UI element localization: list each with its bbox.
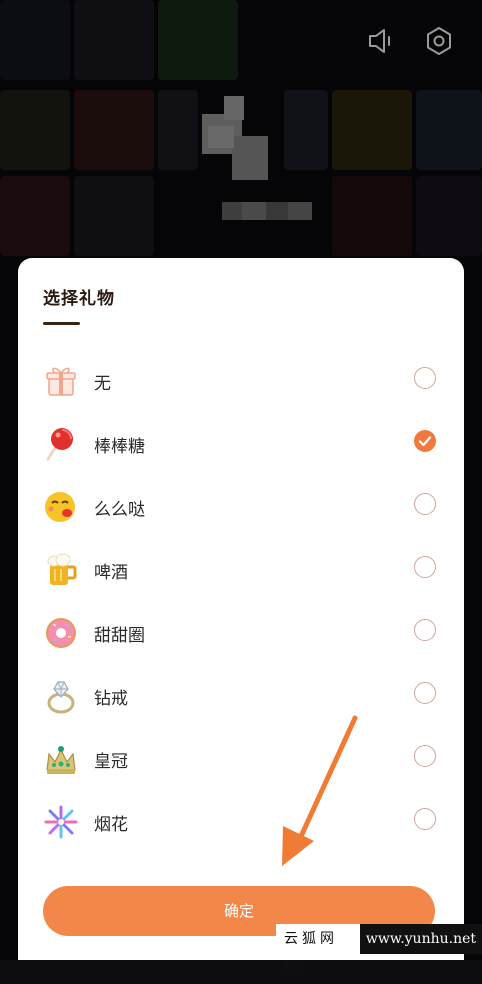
radio-button[interactable] — [414, 619, 436, 641]
gift-label: 啤酒 — [94, 563, 128, 583]
gift-option-beer[interactable]: 啤酒 — [18, 537, 464, 600]
radio-button[interactable] — [414, 745, 436, 767]
gift-option-lollipop[interactable]: 棒棒糖 — [18, 411, 464, 474]
watermark-brand: 云狐网络 — [276, 924, 360, 977]
radio-button[interactable] — [414, 367, 436, 389]
radio-button[interactable] — [414, 808, 436, 830]
beer-icon — [42, 551, 80, 589]
gift-label: 烟花 — [94, 815, 128, 835]
firework-icon — [42, 803, 80, 841]
gift-option-kiss[interactable]: 么么哒 — [18, 474, 464, 537]
settings-icon[interactable] — [422, 24, 456, 58]
radio-button[interactable] — [414, 682, 436, 704]
kiss-face-icon — [42, 488, 80, 526]
gift-option-donut[interactable]: 甜甜圈 — [18, 600, 464, 663]
watermark: 云狐网络 www.yunhu.net — [276, 924, 482, 977]
radio-button-checked[interactable] — [414, 430, 436, 452]
gift-label: 无 — [94, 374, 111, 394]
gift-option-diamond-ring[interactable]: 钻戒 — [18, 663, 464, 726]
gift-selection-sheet: 选择礼物 无 棒棒糖 么么哒 啤酒 甜甜圈 钻戒 皇冠 烟花 确定 — [18, 258, 464, 960]
gift-list: 无 棒棒糖 么么哒 啤酒 甜甜圈 钻戒 皇冠 烟花 — [18, 348, 464, 852]
title-underline — [43, 322, 80, 325]
sheet-title: 选择礼物 — [43, 289, 115, 309]
gift-label: 甜甜圈 — [94, 626, 145, 646]
gift-label: 钻戒 — [94, 689, 128, 709]
radio-button[interactable] — [414, 493, 436, 515]
gift-label: 么么哒 — [94, 500, 145, 520]
radio-button[interactable] — [414, 556, 436, 578]
check-icon — [418, 436, 432, 447]
donut-icon — [42, 614, 80, 652]
gift-option-crown[interactable]: 皇冠 — [18, 726, 464, 789]
gift-box-icon — [42, 362, 80, 400]
diamond-ring-icon — [42, 677, 80, 715]
gift-option-firework[interactable]: 烟花 — [18, 789, 464, 852]
gift-label: 皇冠 — [94, 752, 128, 772]
gift-option-none[interactable]: 无 — [18, 348, 464, 411]
speaker-icon[interactable] — [364, 24, 398, 58]
crown-icon — [42, 740, 80, 778]
lollipop-icon — [42, 425, 80, 463]
watermark-url: www.yunhu.net — [359, 924, 482, 954]
gift-label: 棒棒糖 — [94, 437, 145, 457]
